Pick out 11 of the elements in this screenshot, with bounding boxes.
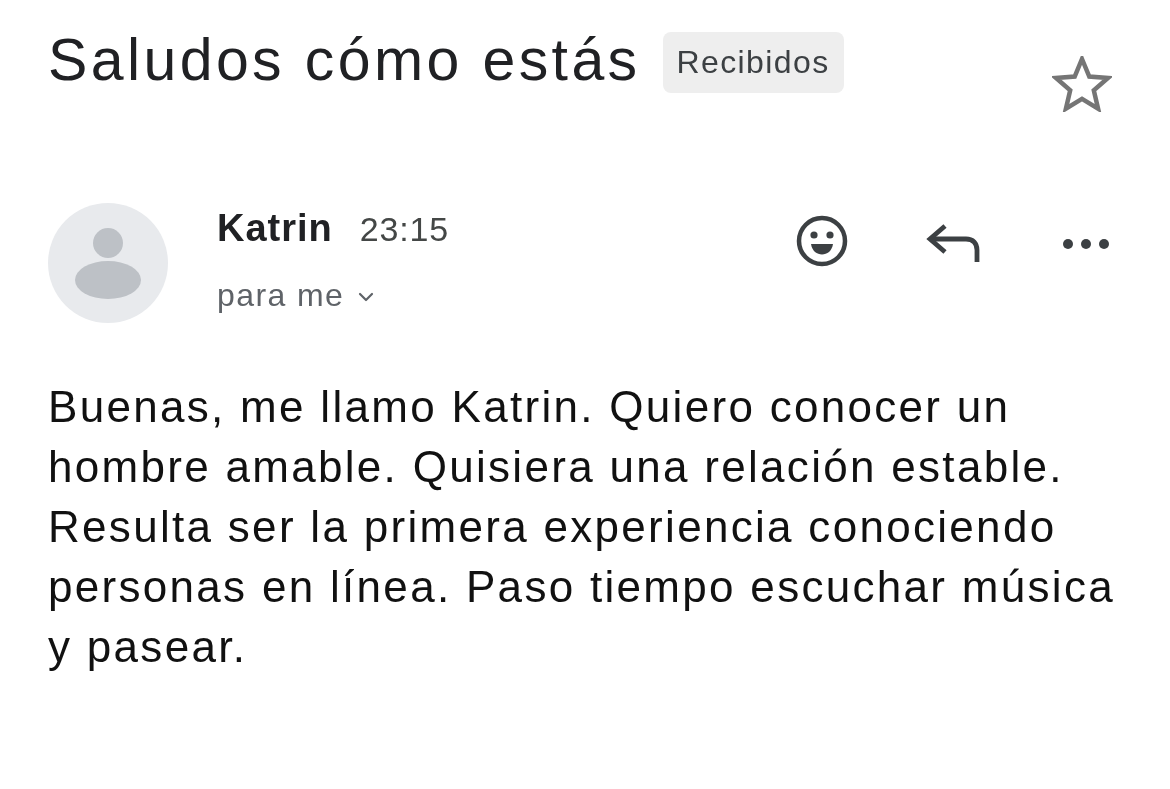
sender-name: Katrin: [217, 206, 333, 251]
avatar-icon: [48, 203, 168, 323]
reply-icon[interactable]: [926, 222, 982, 264]
message-body: Buenas, me llamo Katrin. Quiero conocer un hombre amable. Quisiera una relación estable. Resulta ser la primera experiencia conociendo personas en línea. Paso tiempo escuchar música y pasear.: [48, 381, 1116, 673]
subject-title: Saludos cómo estás: [48, 26, 641, 95]
inbox-label[interactable]: Recibidos: [662, 32, 844, 93]
more-options-icon[interactable]: [1062, 238, 1110, 250]
message-time: 23:15: [359, 210, 449, 249]
star-icon[interactable]: [1052, 56, 1112, 112]
smiley-icon[interactable]: [796, 215, 848, 267]
recipient-details-button[interactable]: para me: [217, 277, 375, 313]
